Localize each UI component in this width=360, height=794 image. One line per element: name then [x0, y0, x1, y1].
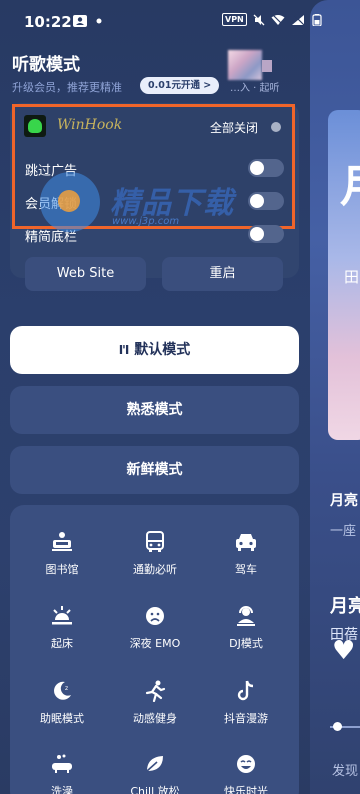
- scene-douyin-roam[interactable]: 抖音漫游: [198, 680, 294, 726]
- scene-label: 通勤必听: [133, 563, 177, 576]
- winhook-name: WinHook: [57, 117, 123, 133]
- now-playing-title: 月亮: [330, 596, 360, 617]
- website-button[interactable]: Web Site: [25, 257, 146, 291]
- scene-library[interactable]: 图书馆: [14, 531, 110, 577]
- cover-subtitle-glyph: 田: [344, 268, 360, 286]
- scene-happy-time[interactable]: 快乐时光: [198, 753, 294, 794]
- scene-label: 抖音漫游: [224, 712, 268, 725]
- status-time: 10:22: [24, 13, 72, 31]
- option-skip-ads-label: 跳过广告: [25, 164, 78, 179]
- song-title-peek: 月亮: [330, 493, 358, 509]
- user-status-icon: [73, 15, 87, 27]
- scene-label: 深夜 EMO: [129, 637, 181, 650]
- close-all-toggle[interactable]: [271, 122, 281, 132]
- scene-label: 洗澡: [51, 785, 73, 794]
- discover-tab[interactable]: 发现: [332, 760, 358, 779]
- bus-icon: [146, 531, 164, 552]
- option-vip-unlock-toggle[interactable]: [248, 192, 284, 210]
- scene-late-night-emo[interactable]: 深夜 EMO: [107, 605, 203, 651]
- mute-icon: [253, 14, 265, 25]
- avatar[interactable]: [228, 50, 262, 80]
- status-icons: VPN: [222, 13, 323, 26]
- scene-label: Chill 放松: [130, 785, 180, 794]
- equalizer-icon: I'I: [118, 343, 130, 357]
- dj-icon: [237, 606, 255, 626]
- scene-label: 起床: [51, 637, 73, 650]
- song-subtitle-peek: 一座: [330, 524, 357, 539]
- scene-label: 快乐时光: [224, 785, 268, 794]
- svg-text:z: z: [65, 685, 68, 692]
- scene-commute[interactable]: 通勤必听: [107, 531, 203, 577]
- option-vip-unlock-label: 会员解锁: [25, 197, 78, 212]
- scene-fitness[interactable]: 动感健身: [107, 680, 203, 726]
- scene-label: DJ模式: [229, 637, 263, 650]
- option-slim-bottombar-toggle[interactable]: [248, 225, 284, 243]
- sad-face-icon: [146, 607, 164, 625]
- page-title: 听歌模式: [12, 55, 80, 75]
- upgrade-hint[interactable]: 升级会员，推荐更精准: [12, 79, 122, 95]
- scene-dj-mode[interactable]: DJ模式: [198, 605, 294, 651]
- moon-icon: z: [54, 681, 71, 700]
- close-all-label[interactable]: 全部关闭: [210, 119, 258, 136]
- vpn-badge: VPN: [222, 13, 247, 26]
- cover-title-glyph: 月: [340, 150, 360, 214]
- scene-label: 助眠模式: [40, 712, 84, 725]
- upgrade-button[interactable]: 0.01元开通 >: [140, 77, 220, 94]
- status-bar: 10:22 VPN: [0, 0, 322, 44]
- option-skip-ads-toggle[interactable]: [248, 159, 284, 177]
- sunrise-icon: [52, 606, 72, 625]
- header-right-link[interactable]: …入 · 起听: [230, 79, 280, 94]
- progress-handle[interactable]: [333, 722, 342, 731]
- scene-bath[interactable]: 洗澡: [14, 753, 110, 794]
- signal-icon: [291, 14, 305, 25]
- running-icon: [145, 680, 166, 702]
- default-mode-label: 默认模式: [134, 342, 191, 358]
- scene-chill[interactable]: Chill 放松: [107, 753, 203, 794]
- scene-sleep-aid[interactable]: z 助眠模式: [14, 680, 110, 726]
- listening-mode-screen: 月 田 月亮 一座 月亮 田蓓 ♥ 发现 10:22 VPN: [0, 0, 360, 794]
- default-mode-button[interactable]: I'I 默认模式: [10, 326, 299, 374]
- scene-driving[interactable]: 驾车: [198, 531, 294, 577]
- fresh-mode-button[interactable]: 新鲜模式: [10, 446, 299, 494]
- option-slim-bottombar-label: 精简底栏: [25, 230, 78, 245]
- scene-label: 图书馆: [45, 563, 79, 576]
- happy-icon: [237, 755, 255, 773]
- library-icon: [52, 532, 72, 551]
- scene-label: 动感健身: [133, 712, 177, 725]
- familiar-mode-button[interactable]: 熟悉模式: [10, 386, 299, 434]
- car-icon: [236, 534, 256, 551]
- restart-button[interactable]: 重启: [162, 257, 283, 291]
- leaf-icon: [146, 756, 163, 772]
- scene-wake-up[interactable]: 起床: [14, 605, 110, 651]
- wifi-icon: [271, 14, 285, 25]
- scene-label: 驾车: [235, 563, 257, 576]
- avatar-decoration: [262, 60, 272, 72]
- dot-icon: [96, 18, 102, 24]
- heart-icon[interactable]: ♥: [332, 637, 360, 665]
- tiktok-icon: [237, 680, 254, 701]
- winhook-logo-icon: [24, 115, 46, 137]
- battery-icon: [312, 13, 322, 26]
- bath-icon: [52, 754, 72, 773]
